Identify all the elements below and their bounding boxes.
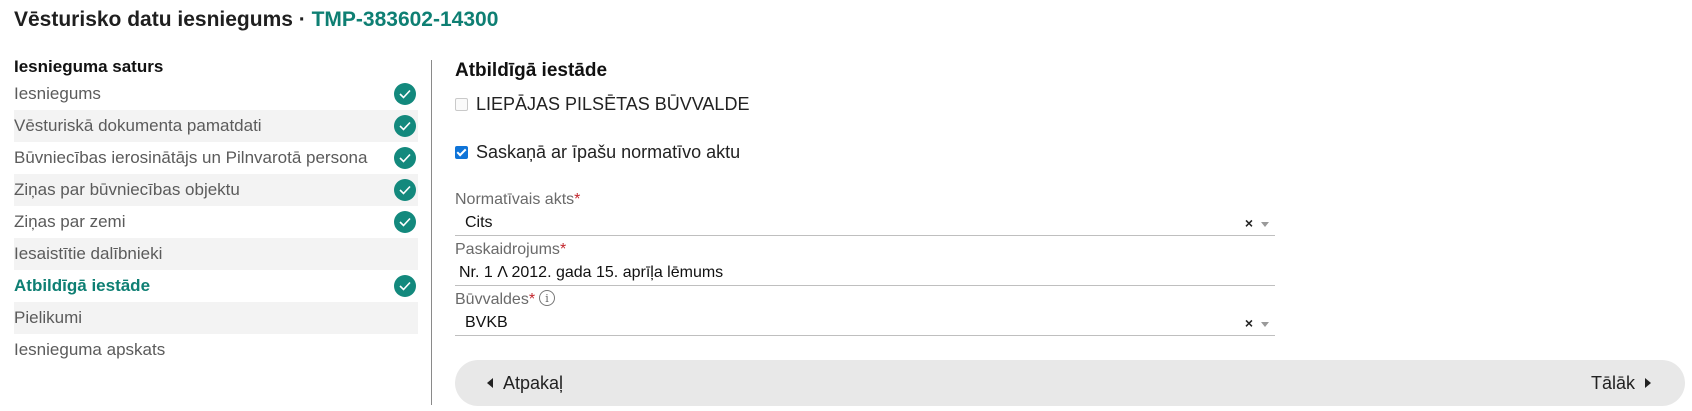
explanation-label-text: Paskaidrojums (455, 241, 560, 258)
vertical-divider (431, 60, 432, 405)
sidebar-item-label: Iesaistītie dalībnieki (14, 244, 163, 263)
info-icon[interactable]: i (539, 290, 556, 306)
institution-checkbox-label: LIEPĀJAS PILSĒTAS BŪVVALDE (476, 94, 750, 114)
building-authorities-label-text: Būvvaldes (455, 291, 529, 308)
clear-icon[interactable]: × (1245, 210, 1253, 236)
check-circle-icon (394, 83, 416, 105)
sidebar-item-iesniegums[interactable]: Iesniegums (14, 78, 418, 110)
wizard-navigation: Atpakaļ Tālāk (455, 360, 1685, 406)
required-mark: * (574, 191, 581, 208)
sidebar-item-label: Atbildīgā iestāde (14, 276, 151, 295)
submission-code: TMP-383602-14300 (311, 8, 499, 31)
title-separator: · (292, 8, 312, 31)
special-act-checkbox-row: Saskaņā ar īpašu normatīvo aktu (455, 142, 740, 163)
check-circle-icon (394, 115, 416, 137)
building-authorities-value: BVKB (465, 314, 508, 331)
page-title: Vēsturisko datu iesniegums · TMP-383602-… (14, 8, 498, 32)
caret-left-icon (487, 378, 493, 388)
sidebar-item-initiator[interactable]: Būvniecības ierosinātājs un Pilnvarotā p… (14, 142, 418, 174)
special-act-checkbox[interactable] (455, 146, 468, 159)
sidebar-item-responsible-institution[interactable]: Atbildīgā iestāde (14, 270, 418, 302)
special-act-checkbox-label: Saskaņā ar īpašu normatīvo aktu (476, 142, 741, 162)
chevron-down-icon[interactable] (1261, 322, 1269, 327)
check-circle-icon (394, 211, 416, 233)
normative-act-value: Cits (465, 214, 493, 231)
normative-act-field: Normatīvais akts* Cits × (455, 190, 1275, 236)
sidebar-title: Iesnieguma saturs (14, 57, 164, 76)
required-mark: * (528, 291, 536, 308)
normative-act-label: Normatīvais akts* (455, 190, 1275, 210)
sidebar-item-label: Pielikumi (14, 308, 83, 327)
required-mark: * (559, 241, 567, 258)
sidebar-item-land[interactable]: Ziņas par zemi (14, 206, 418, 238)
institution-checkbox[interactable] (455, 98, 468, 111)
clear-icon[interactable]: × (1245, 310, 1253, 336)
section-title: Atbildīgā iestāde (455, 60, 608, 81)
building-authorities-label: Būvvaldes* i (455, 290, 1275, 310)
check-circle-icon (394, 179, 416, 201)
check-circle-icon (394, 275, 416, 297)
explanation-input[interactable] (455, 260, 1275, 286)
page-title-text: Vēsturisko datu iesniegums (14, 8, 293, 31)
sidebar-item-label: Būvniecības ierosinātājs un Pilnvarotā p… (14, 148, 368, 167)
next-button[interactable]: Tālāk (1591, 360, 1651, 406)
back-button-label: Atpakaļ (503, 373, 564, 393)
explanation-field: Paskaidrojums* (455, 240, 1275, 286)
institution-checkbox-row: LIEPĀJAS PILSĒTAS BŪVVALDE (455, 94, 749, 115)
normative-act-select[interactable]: Cits × (455, 210, 1275, 236)
sidebar-item-document-basic-data[interactable]: Vēsturiskā dokumenta pamatdati (14, 110, 418, 142)
building-authorities-field: Būvvaldes* i BVKB × (455, 290, 1275, 336)
chevron-down-icon[interactable] (1261, 222, 1269, 227)
sidebar-item-attachments[interactable]: Pielikumi (14, 302, 418, 334)
back-button[interactable]: Atpakaļ (487, 360, 563, 406)
explanation-label: Paskaidrojums* (455, 240, 1275, 260)
sidebar-item-construction-object[interactable]: Ziņas par būvniecības objektu (14, 174, 418, 206)
sidebar-item-review[interactable]: Iesnieguma apskats (14, 334, 418, 366)
sidebar-item-label: Iesnieguma apskats (14, 340, 166, 359)
building-authorities-select[interactable]: BVKB × (455, 310, 1275, 336)
normative-act-label-text: Normatīvais akts (455, 191, 575, 208)
sidebar-item-participants[interactable]: Iesaistītie dalībnieki (14, 238, 418, 270)
sidebar: Iesnieguma saturs Iesniegums Vēsturiskā … (14, 56, 418, 366)
next-button-label: Tālāk (1590, 373, 1635, 393)
sidebar-item-label: Ziņas par būvniecības objektu (14, 180, 240, 199)
sidebar-item-label: Iesniegums (14, 84, 101, 103)
check-circle-icon (394, 147, 416, 169)
caret-right-icon (1645, 378, 1651, 388)
sidebar-item-label: Vēsturiskā dokumenta pamatdati (14, 116, 262, 135)
step-list: Iesniegums Vēsturiskā dokumenta pamatdat… (14, 78, 418, 366)
sidebar-item-label: Ziņas par zemi (14, 212, 126, 231)
